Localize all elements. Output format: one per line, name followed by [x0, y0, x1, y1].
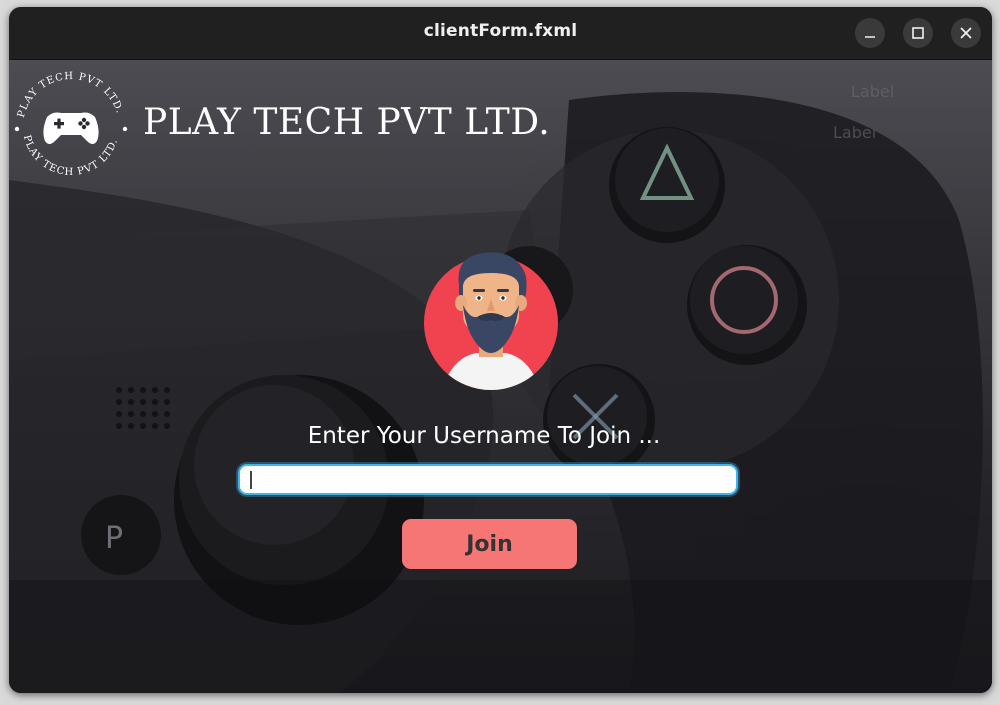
company-logo: PLAY TECH PVT LTD. PLAY TECH PVT LTD. — [14, 71, 128, 178]
join-button[interactable]: Join — [402, 519, 577, 569]
svg-text:PLAY TECH PVT LTD.: PLAY TECH PVT LTD. — [21, 134, 120, 178]
logo-ring-text-top: PLAY TECH PVT LTD. — [16, 71, 124, 119]
window-title: clientForm.fxml — [423, 21, 578, 41]
maximize-icon — [912, 27, 924, 39]
logo-ring-text-bottom: PLAY TECH PVT LTD. — [21, 134, 119, 178]
minimize-button[interactable] — [855, 18, 885, 48]
close-button[interactable] — [951, 18, 981, 48]
user-avatar — [424, 252, 558, 390]
client-form: P Label Label PLAY TECH PVT LTD. PLAY TE… — [9, 60, 992, 693]
label-1: Label — [851, 82, 895, 101]
label-2: Label — [833, 123, 877, 142]
text-caret — [250, 471, 252, 489]
close-icon — [960, 27, 972, 39]
maximize-button[interactable] — [903, 18, 933, 48]
title-bar[interactable]: clientForm.fxml — [9, 7, 992, 60]
svg-text:P: P — [105, 521, 123, 556]
username-input[interactable] — [238, 464, 738, 495]
minimize-icon — [865, 36, 875, 38]
app-window: clientForm.fxml P Label Label PLAY TECH … — [9, 7, 992, 693]
company-name: PLAY TECH PVT LTD. — [143, 102, 551, 143]
gamepad-icon — [43, 112, 99, 144]
svg-text:PLAY TECH PVT LTD.: PLAY TECH PVT LTD. — [16, 71, 125, 119]
join-prompt: Enter Your Username To Join ... — [307, 423, 661, 449]
